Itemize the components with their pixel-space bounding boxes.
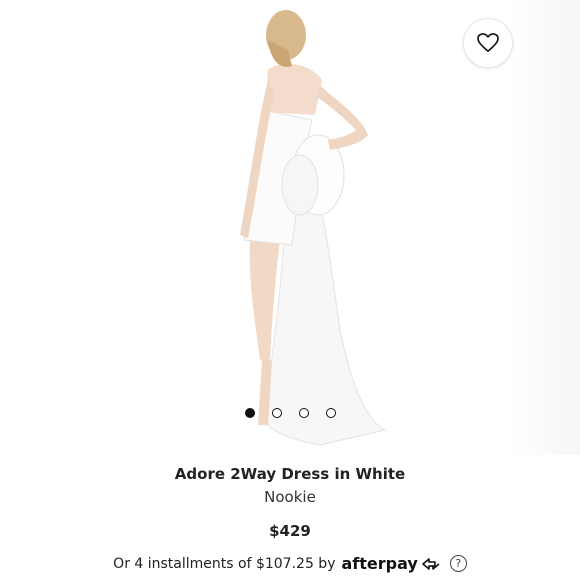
product-price: $429 [269,522,311,540]
product-title: Adore 2Way Dress in White [174,465,406,483]
pagination-dot-4[interactable] [325,408,336,418]
pagination-dot-1[interactable] [244,408,255,418]
afterpay-logo: afterpay [341,554,441,573]
pagination-dot-2[interactable] [271,408,282,418]
product-image[interactable] [200,0,400,455]
wishlist-button[interactable] [463,18,513,68]
product-page: Adore 2Way Dress in White Nookie $429 Or… [0,0,580,580]
installments-text: Or 4 installments of $107.25 by [113,555,336,572]
afterpay-wordmark: afterpay [341,554,418,573]
heart-outline-icon [477,33,499,52]
afterpay-arrows-icon [422,557,440,570]
installments-row: Or 4 installments of $107.25 by afterpay… [0,554,580,573]
question-circle-icon[interactable]: ? [449,555,467,572]
product-brand[interactable]: Nookie [0,488,580,506]
product-image-area [0,0,580,455]
image-pagination [0,408,580,418]
pagination-dot-3[interactable] [298,408,309,418]
